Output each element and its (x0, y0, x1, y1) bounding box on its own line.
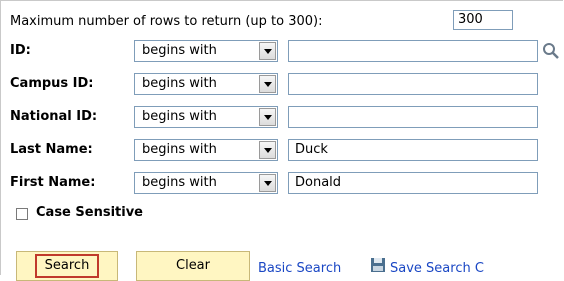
campus-id-input[interactable] (288, 73, 538, 95)
national-id-operator-select[interactable]: begins with (134, 106, 278, 128)
campus-id-label: Campus ID: (10, 76, 94, 91)
chevron-down-icon[interactable] (259, 108, 276, 126)
field-row-national-id: National ID: begins with (0, 106, 564, 128)
max-rows-input[interactable]: 300 (453, 10, 513, 30)
search-icon[interactable] (542, 42, 560, 60)
first-name-input[interactable]: Donald (288, 172, 538, 194)
national-id-operator-value: begins with (142, 109, 217, 124)
search-button[interactable]: Search (16, 251, 118, 281)
national-id-label: National ID: (10, 109, 98, 124)
campus-id-operator-value: begins with (142, 76, 217, 91)
chevron-down-icon[interactable] (259, 42, 276, 60)
chevron-down-icon[interactable] (259, 75, 276, 93)
case-sensitive-checkbox[interactable] (16, 208, 28, 220)
basic-search-link[interactable]: Basic Search (258, 261, 341, 276)
id-operator-value: begins with (142, 43, 217, 58)
last-name-input[interactable]: Duck (288, 139, 538, 161)
last-name-operator-select[interactable]: begins with (134, 139, 278, 161)
chevron-down-icon[interactable] (259, 141, 276, 159)
chevron-down-icon[interactable] (259, 174, 276, 192)
last-name-label: Last Name: (10, 142, 93, 157)
field-row-campus-id: Campus ID: begins with (0, 73, 564, 95)
id-input[interactable] (288, 40, 538, 62)
campus-id-operator-select[interactable]: begins with (134, 73, 278, 95)
first-name-operator-value: begins with (142, 175, 217, 190)
search-button-label: Search (34, 254, 100, 278)
last-name-operator-value: begins with (142, 142, 217, 157)
field-row-id: ID: begins with (0, 40, 564, 62)
id-operator-select[interactable]: begins with (134, 40, 278, 62)
first-name-operator-select[interactable]: begins with (134, 172, 278, 194)
field-row-first-name: First Name: begins with Donald (0, 172, 564, 194)
case-sensitive-label: Case Sensitive (36, 205, 143, 220)
save-search-link[interactable]: Save Search C (390, 261, 484, 276)
national-id-input[interactable] (288, 106, 538, 128)
id-label: ID: (10, 43, 31, 58)
clear-button[interactable]: Clear (136, 251, 250, 281)
floppy-disk-icon[interactable] (370, 257, 386, 273)
max-rows-label: Maximum number of rows to return (up to … (10, 14, 323, 29)
field-row-last-name: Last Name: begins with Duck (0, 139, 564, 161)
first-name-label: First Name: (10, 175, 96, 190)
